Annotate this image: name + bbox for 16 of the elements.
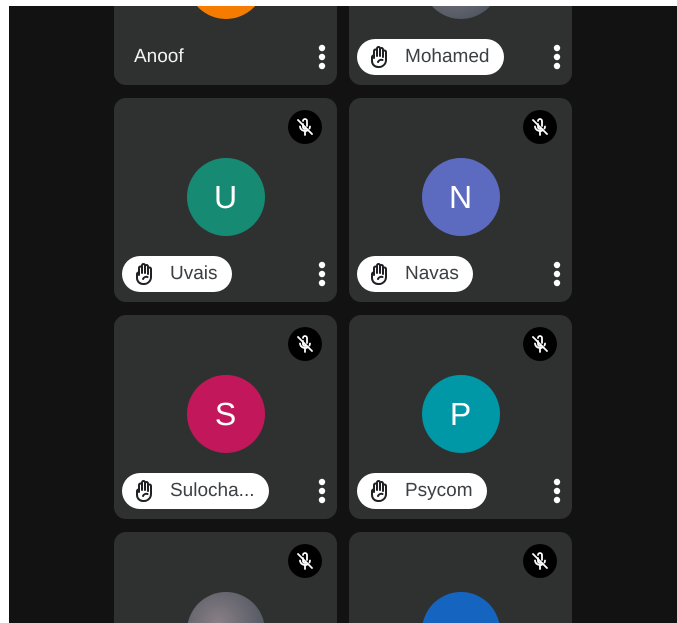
avatar: P: [422, 375, 500, 453]
avatar: N: [422, 158, 500, 236]
avatar: U: [186, 158, 264, 236]
more-options-icon[interactable]: [552, 477, 562, 505]
avatar: S: [186, 375, 264, 453]
participant-name: Psycom: [405, 478, 473, 503]
more-options-icon[interactable]: [317, 43, 327, 71]
more-options-icon[interactable]: [552, 260, 562, 288]
participant-name: Anoof: [133, 44, 184, 69]
participant-name: Navas: [405, 262, 459, 286]
participant-name: Mohamed: [405, 44, 490, 69]
more-options-icon[interactable]: [317, 260, 327, 288]
participant-name: Uvais: [170, 262, 218, 286]
more-options-icon[interactable]: [552, 43, 562, 71]
participant-name: Sulocha...: [170, 478, 254, 503]
more-options-icon[interactable]: [317, 477, 327, 505]
